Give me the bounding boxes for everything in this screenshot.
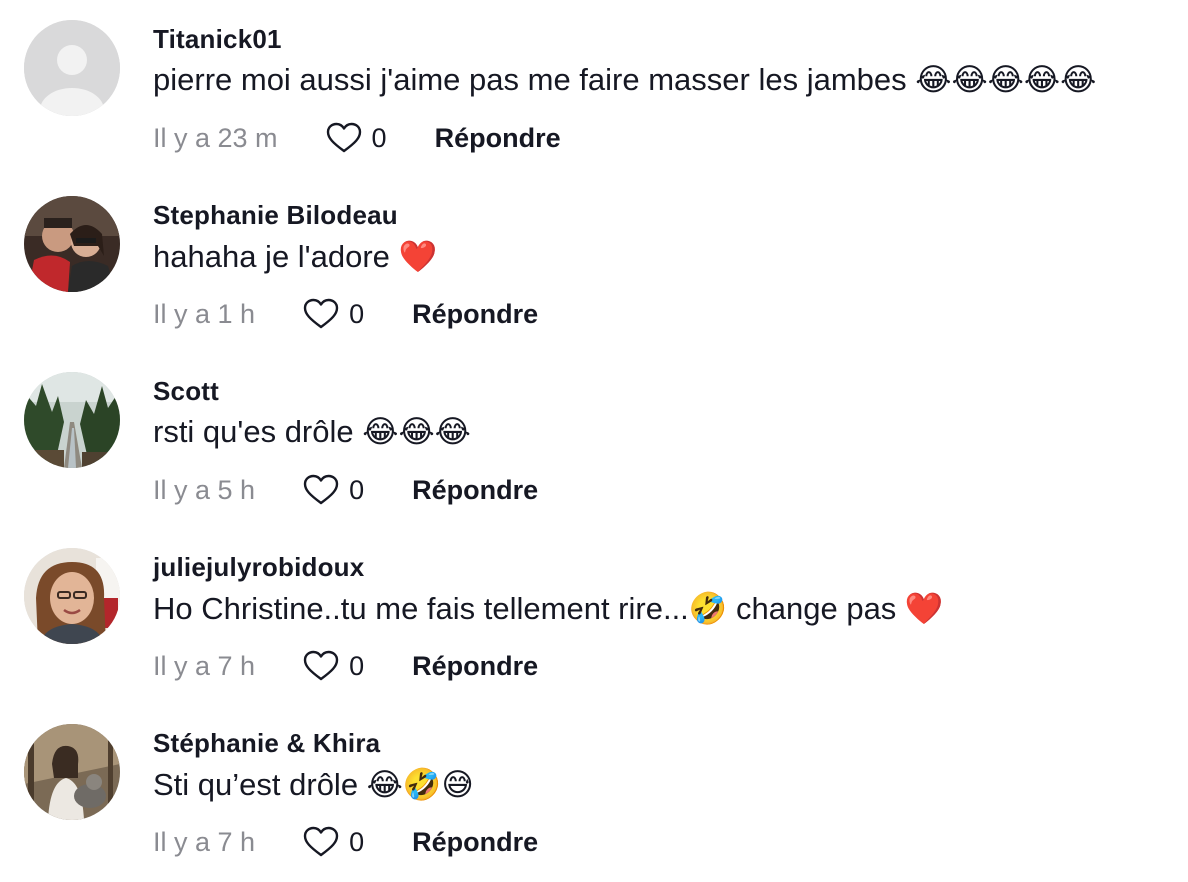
comment-meta: Il y a 23 m 0 Répondre	[153, 118, 561, 158]
avatar[interactable]	[24, 548, 120, 644]
comment-username[interactable]: Titanick01	[153, 24, 282, 55]
like-button[interactable]: 0	[303, 474, 364, 506]
heart-outline-icon	[303, 650, 339, 681]
comment-username[interactable]: juliejulyrobidoux	[153, 552, 364, 583]
comment-item: Scott rsti qu'es drôle 😂😂😂 Il y a 5 h 0 …	[0, 352, 1188, 528]
comment-username[interactable]: Scott	[153, 376, 219, 407]
comment-meta: Il y a 5 h 0 Répondre	[153, 470, 538, 510]
comment-text: hahaha je l'adore ❤️	[153, 239, 438, 274]
like-button[interactable]: 0	[303, 826, 364, 858]
comment-text: Ho Christine..tu me fais tellement rire.…	[153, 591, 944, 626]
couple-photo-icon	[24, 196, 120, 292]
woman-portrait-photo-icon	[24, 548, 120, 644]
avatar[interactable]	[24, 372, 120, 468]
reply-button[interactable]: Répondre	[412, 299, 538, 330]
like-count: 0	[349, 298, 365, 329]
comment-meta: Il y a 1 h 0 Répondre	[153, 294, 538, 334]
comment-list: Titanick01 pierre moi aussi j'aime pas m…	[0, 0, 1188, 880]
comment-timestamp: Il y a 1 h	[153, 298, 256, 329]
reply-button[interactable]: Répondre	[435, 123, 561, 154]
comment-item: Stephanie Bilodeau hahaha je l'adore ❤️ …	[0, 176, 1188, 352]
comment-meta: Il y a 7 h 0 Répondre	[153, 822, 538, 862]
reply-button[interactable]: Répondre	[412, 827, 538, 858]
comment-timestamp: Il y a 7 h	[153, 826, 256, 857]
comment-text: rsti qu'es drôle 😂😂😂	[153, 414, 471, 449]
comment-username[interactable]: Stéphanie & Khira	[153, 728, 380, 759]
comment-meta: Il y a 7 h 0 Répondre	[153, 646, 538, 686]
like-button[interactable]: 0	[303, 298, 364, 330]
reply-button[interactable]: Répondre	[412, 651, 538, 682]
like-count: 0	[349, 650, 365, 681]
heart-outline-icon	[303, 826, 339, 857]
heart-outline-icon	[303, 298, 339, 329]
like-button[interactable]: 0	[326, 122, 387, 154]
avatar[interactable]	[24, 20, 120, 116]
comment-item: Titanick01 pierre moi aussi j'aime pas m…	[0, 0, 1188, 176]
heart-outline-icon	[303, 474, 339, 505]
like-count: 0	[371, 122, 387, 153]
comment-text: Sti qu’est drôle 😂🤣😅	[153, 767, 474, 802]
comment-item: juliejulyrobidoux Ho Christine..tu me fa…	[0, 528, 1188, 704]
like-count: 0	[349, 826, 365, 857]
like-button[interactable]: 0	[303, 650, 364, 682]
comment-timestamp: Il y a 5 h	[153, 474, 256, 505]
comment-username[interactable]: Stephanie Bilodeau	[153, 200, 398, 231]
woman-with-dog-photo-icon	[24, 724, 120, 820]
reply-button[interactable]: Répondre	[412, 475, 538, 506]
comment-timestamp: Il y a 7 h	[153, 650, 256, 681]
avatar[interactable]	[24, 196, 120, 292]
comment-item: Stéphanie & Khira Sti qu’est drôle 😂🤣😅 I…	[0, 704, 1188, 880]
default-avatar-icon	[24, 20, 120, 116]
forest-stream-photo-icon	[24, 372, 120, 468]
comment-text: pierre moi aussi j'aime pas me faire mas…	[153, 62, 1097, 97]
like-count: 0	[349, 474, 365, 505]
avatar[interactable]	[24, 724, 120, 820]
heart-outline-icon	[326, 122, 361, 153]
comment-timestamp: Il y a 23 m	[153, 122, 278, 153]
